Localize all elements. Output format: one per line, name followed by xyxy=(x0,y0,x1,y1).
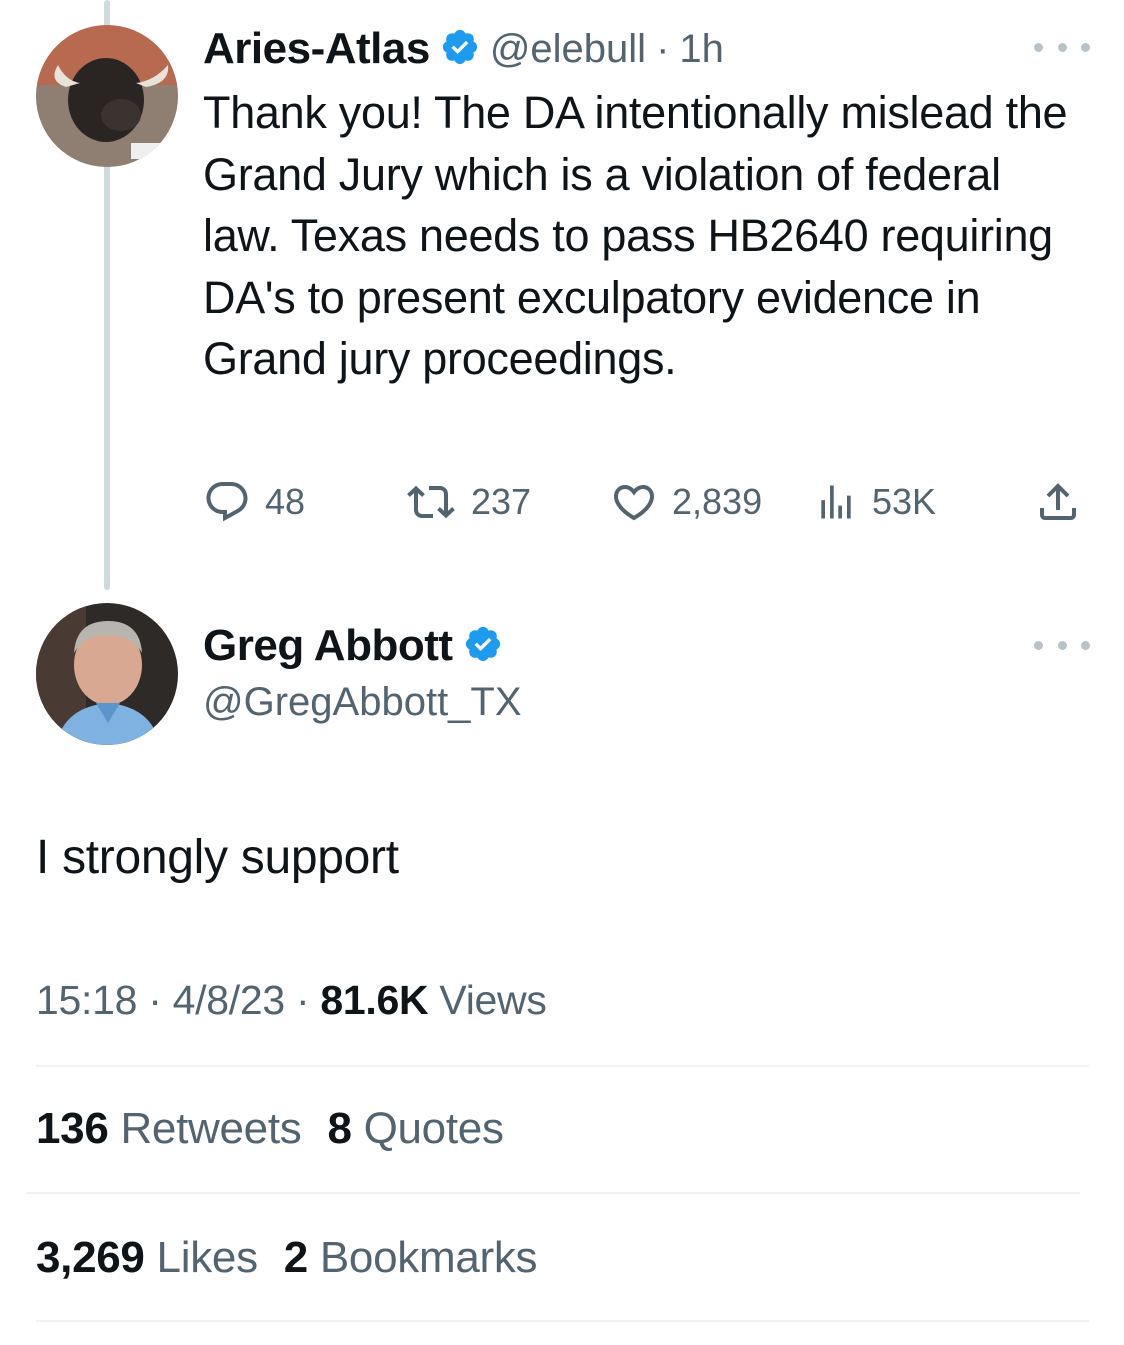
bookmarks-label: Bookmarks xyxy=(319,1233,538,1282)
reply-tweet-text: Thank you! The DA intentionally mislead … xyxy=(203,87,1068,384)
retweets-label: Retweets xyxy=(120,1104,302,1153)
heart-icon xyxy=(610,478,658,526)
divider xyxy=(36,1320,1089,1322)
reply-icon xyxy=(203,478,251,526)
engagement-row-2: 3,269 Likes 2 Bookmarks xyxy=(36,1233,538,1283)
divider xyxy=(36,1065,1089,1067)
quotes-label: Quotes xyxy=(363,1104,504,1153)
likes-stat[interactable]: 3,269 Likes xyxy=(36,1233,258,1283)
retweet-icon xyxy=(405,478,457,526)
avatar-aries-atlas[interactable] xyxy=(36,25,178,167)
bookmarks-stat[interactable]: 2 Bookmarks xyxy=(283,1233,538,1283)
tweet-meta: 15:18 · 4/8/23 · 81.6K Views xyxy=(36,977,547,1024)
more-icon[interactable] xyxy=(1034,37,1090,57)
author-handle[interactable]: @elebull xyxy=(490,27,646,72)
verified-badge-icon xyxy=(440,27,480,72)
divider xyxy=(26,1192,1080,1194)
quotes-stat[interactable]: 8 Quotes xyxy=(327,1104,503,1154)
author-name[interactable]: Greg Abbott xyxy=(203,621,453,671)
views-label: Views xyxy=(439,977,547,1023)
reply-button[interactable]: 48 xyxy=(203,478,305,526)
views-button[interactable]: 53K xyxy=(814,478,936,526)
time-ago[interactable]: 1h xyxy=(679,27,724,72)
likes-count: 3,269 xyxy=(36,1233,145,1282)
author-name[interactable]: Aries-Atlas xyxy=(203,24,430,74)
tweet-date[interactable]: 4/8/23 xyxy=(173,977,286,1023)
reply-tweet-header: Aries-Atlas @elebull · 1h xyxy=(203,22,724,76)
retweet-button[interactable]: 237 xyxy=(405,478,531,526)
meta-separator: · xyxy=(148,977,162,1023)
quotes-count: 8 xyxy=(327,1104,352,1153)
more-icon[interactable] xyxy=(1034,635,1090,655)
reply-count: 48 xyxy=(265,481,306,522)
views-count: 53K xyxy=(872,481,937,522)
bookmarks-count: 2 xyxy=(283,1233,308,1282)
like-count: 2,839 xyxy=(672,481,763,522)
author-handle[interactable]: @GregAbbott_TX xyxy=(203,680,522,725)
tweet-time[interactable]: 15:18 xyxy=(36,977,137,1023)
views-chart-icon xyxy=(814,478,858,526)
like-button[interactable]: 2,839 xyxy=(610,478,762,526)
retweets-stat[interactable]: 136 Retweets xyxy=(36,1104,302,1154)
retweets-count: 136 xyxy=(36,1104,109,1153)
meta-separator: · xyxy=(295,977,310,1023)
likes-label: Likes xyxy=(156,1233,259,1282)
share-icon[interactable] xyxy=(1034,478,1082,531)
meta-separator: · xyxy=(656,26,670,71)
engagement-row-1: 136 Retweets 8 Quotes xyxy=(36,1104,504,1154)
views-count: 81.6K xyxy=(320,977,429,1023)
retweet-count: 237 xyxy=(471,481,532,522)
main-tweet-header: Greg Abbott xyxy=(203,618,503,674)
verified-badge-icon xyxy=(463,624,503,669)
main-tweet-text: I strongly support xyxy=(36,831,399,884)
avatar-greg-abbott[interactable] xyxy=(36,603,178,745)
